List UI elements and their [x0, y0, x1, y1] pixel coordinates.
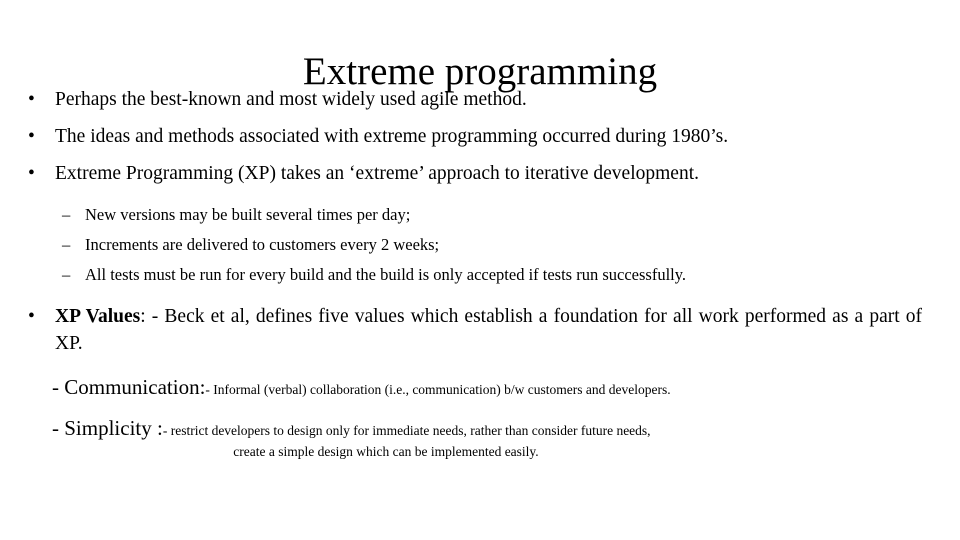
sub-bullet-list: – New versions may be built several time… [0, 203, 960, 287]
value-communication: - Communication:- Informal (verbal) coll… [0, 377, 960, 400]
sub-bullet-text: Increments are delivered to customers ev… [85, 235, 440, 254]
bullet-text: Extreme Programming (XP) takes an ‘extre… [55, 163, 699, 184]
bullet-item: • The ideas and methods associated with … [0, 123, 960, 150]
bullet-dot-icon: • [28, 89, 35, 110]
xp-values-label: XP Values [55, 306, 141, 327]
xp-values-text: : - Beck et al, defines five values whic… [55, 306, 922, 354]
sub-bullet-text: All tests must be run for every build an… [85, 265, 687, 284]
bullet-dot-icon: • [28, 126, 35, 147]
sub-bullet-item: – Increments are delivered to customers … [0, 233, 960, 257]
slide: Extreme programming • Perhaps the best-k… [0, 0, 960, 540]
slide-body: • Perhaps the best-known and most widely… [0, 86, 960, 462]
value-communication-body: - Informal (verbal) collaboration (i.e.,… [205, 382, 671, 397]
sub-bullet-item: – New versions may be built several time… [0, 203, 960, 227]
value-communication-heading: - Communication: [52, 375, 206, 399]
dash-bullet-icon: – [62, 265, 71, 284]
bullet-item-xp-values: • XP Values: - Beck et al, defines five … [0, 303, 960, 357]
dash-bullet-icon: – [62, 205, 71, 224]
bullet-text: The ideas and methods associated with ex… [55, 126, 729, 147]
dash-bullet-icon: – [62, 235, 71, 254]
value-simplicity-heading: - Simplicity : [52, 416, 163, 440]
bullet-text: Perhaps the best-known and most widely u… [55, 89, 527, 110]
value-simplicity-body-continued: create a simple design which can be impl… [233, 444, 539, 459]
value-simplicity-body: - restrict developers to design only for… [162, 423, 651, 438]
value-simplicity: - Simplicity :- restrict developers to d… [0, 418, 960, 441]
bullet-item: • Extreme Programming (XP) takes an ‘ext… [0, 160, 960, 187]
bullet-dot-icon: • [28, 306, 35, 327]
bullet-item: • Perhaps the best-known and most widely… [0, 86, 960, 113]
sub-bullet-text: New versions may be built several times … [85, 205, 411, 224]
sub-bullet-item: – All tests must be run for every build … [0, 263, 960, 287]
bullet-dot-icon: • [28, 163, 35, 184]
